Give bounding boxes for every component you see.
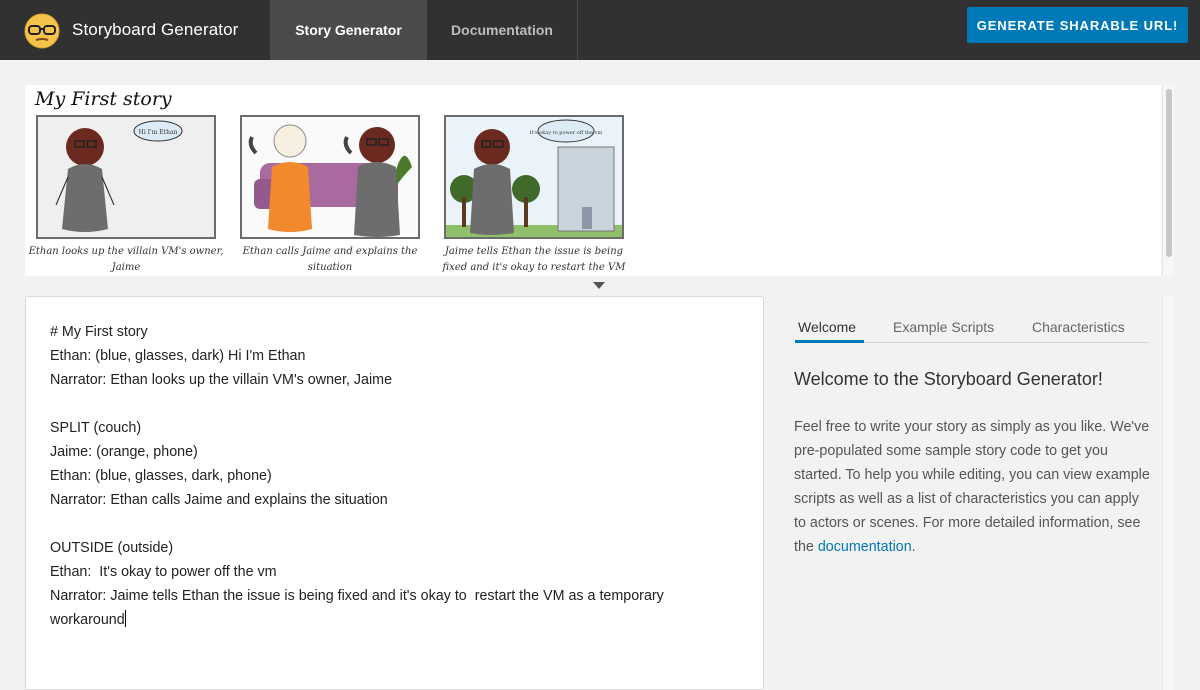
editor-line: ​ [50,512,664,536]
welcome-text-suffix: . [911,539,916,555]
editor-line-text: workaround [50,612,125,628]
panel-1-speech-bubble: Hi I'm Ethan [139,129,178,136]
storyboard-panel-1: Hi I'm Ethan [36,115,216,239]
panel-3-caption: Jaime tells Ethan the issue is being fix… [442,246,626,273]
brand-title[interactable]: Storyboard Generator [72,20,238,40]
top-nav-bar: Storyboard Generator Story Generator Doc… [0,0,1200,60]
story-script-editor[interactable]: # My First story Ethan: (blue, glasses, d… [25,296,764,690]
storyboard-panel-2 [240,115,420,239]
editor-content[interactable]: # My First story Ethan: (blue, glasses, d… [50,320,664,632]
panel-1-illustration: Hi I'm Ethan [55,120,183,232]
nav-tab-documentation[interactable]: Documentation [427,0,578,60]
generate-sharable-url-button[interactable]: GENERATE SHARABLE URL! [967,7,1188,43]
editor-line: Ethan: (blue, glasses, dark) Hi I'm Etha… [50,348,306,364]
active-tab-indicator [795,340,864,343]
editor-line: SPLIT (couch) [50,420,142,436]
editor-line: Ethan: (blue, glasses, dark, phone) [50,468,272,484]
panel-2-caption: Ethan calls Jaime and explains the situa… [242,246,418,273]
panel-3-illustration: It's okay to power off the vm [446,119,622,237]
welcome-body: Feel free to write your story as simply … [794,415,1154,559]
editor-line: ​ [50,392,664,416]
editor-line: OUTSIDE (outside) [50,540,174,556]
sidebar-scrollbar-track[interactable] [1162,296,1174,690]
editor-line-last: workaround [50,608,664,632]
welcome-title: Welcome to the Storyboard Generator! [794,369,1103,389]
editor-line: Narrator: Ethan looks up the villain VM'… [50,372,393,388]
panel-2-illustration [248,124,412,237]
tab-characteristics[interactable]: Characteristics [1032,319,1125,335]
tab-welcome[interactable]: Welcome [798,319,856,335]
editor-line: Ethan: It's okay to power off the vm [50,564,277,580]
emoji-face-logo-icon[interactable] [24,13,60,49]
editor-line: Narrator: Ethan calls Jaime and explains… [50,492,388,508]
welcome-text: Feel free to write your story as simply … [794,419,1150,555]
storyboard-preview: My First story Hi I'm Ethan Ethan looks … [25,85,1161,276]
tab-example-scripts[interactable]: Example Scripts [893,319,994,335]
editor-line: # My First story [50,324,148,340]
nav-tab-story-generator[interactable]: Story Generator [270,0,427,60]
editor-line: Jaime: (orange, phone) [50,444,198,460]
panel-3-speech-bubble: It's okay to power off the vm [530,130,603,136]
help-sidebar: Welcome Example Scripts Characteristics … [778,296,1162,690]
storyboard-scrollbar-thumb[interactable] [1166,89,1172,257]
panel-1-caption: Ethan looks up the villain VM's owner, J… [28,246,224,273]
storyboard-title: My First story [35,88,172,110]
editor-line: Narrator: Jaime tells Ethan the issue is… [50,588,664,604]
collapse-caret-icon[interactable] [593,282,605,289]
storyboard-panel-3: It's okay to power off the vm [444,115,624,239]
documentation-link[interactable]: documentation [818,539,912,555]
text-cursor [124,610,126,627]
